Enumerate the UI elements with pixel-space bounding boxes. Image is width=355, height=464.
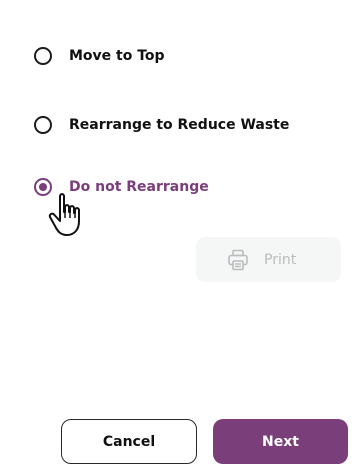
- option-label-do-not-rearrange: Do not Rearrange: [69, 179, 209, 195]
- print-button[interactable]: Print: [196, 237, 341, 282]
- next-button[interactable]: Next: [213, 419, 348, 464]
- option-move-to-top[interactable]: Move to Top: [34, 47, 165, 65]
- cancel-button[interactable]: Cancel: [61, 419, 197, 464]
- hand-pointer-cursor-icon: [48, 193, 80, 236]
- radio-move-to-top[interactable]: [34, 47, 52, 65]
- radio-rearrange-to-reduce-waste[interactable]: [34, 116, 52, 134]
- print-button-label: Print: [264, 251, 297, 268]
- option-rearrange-to-reduce-waste[interactable]: Rearrange to Reduce Waste: [34, 116, 289, 134]
- option-label-rearrange-to-reduce-waste: Rearrange to Reduce Waste: [69, 117, 290, 133]
- rearrange-options-panel: Move to Top Rearrange to Reduce Waste Do…: [0, 0, 355, 464]
- option-label-move-to-top: Move to Top: [69, 48, 165, 64]
- printer-icon: [228, 249, 248, 270]
